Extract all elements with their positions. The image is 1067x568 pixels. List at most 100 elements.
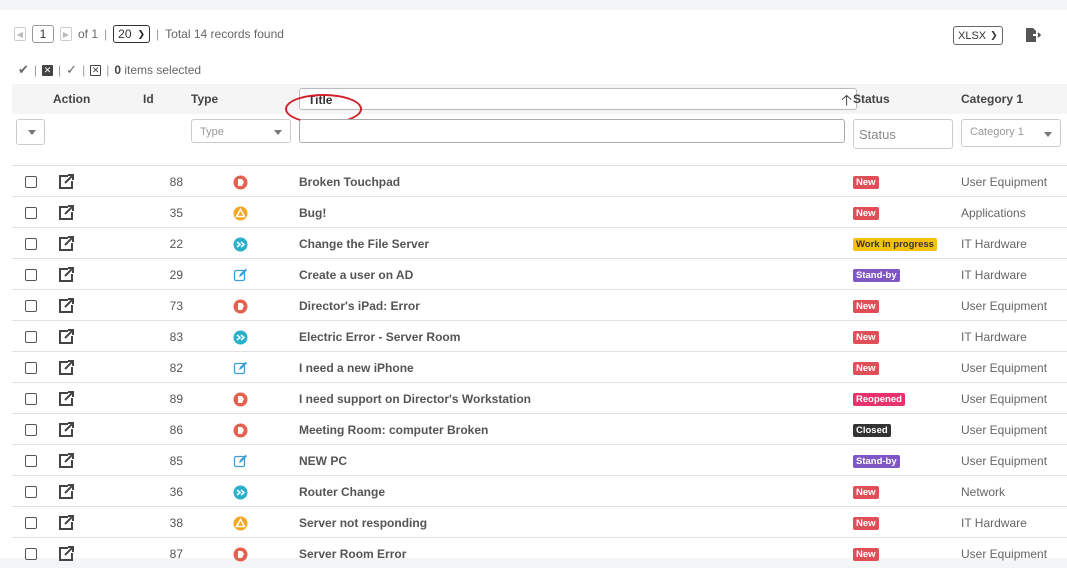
change-icon [233, 330, 248, 345]
clear-selection-icon[interactable]: ✕ [90, 64, 102, 76]
open-edit-icon[interactable] [57, 391, 75, 407]
table-row[interactable]: 88 Broken Touchpad New User Equipment [12, 165, 1067, 196]
row-filter-dropdown[interactable] [16, 119, 45, 145]
row-title[interactable]: Router Change [299, 485, 385, 499]
export-format-select[interactable]: XLSX ❯ [953, 26, 1003, 45]
row-checkbox[interactable] [25, 300, 37, 312]
separator: | [156, 27, 160, 41]
row-checkbox[interactable] [25, 207, 37, 219]
type-filter-placeholder: Type [200, 126, 224, 138]
row-title[interactable]: Meeting Room: computer Broken [299, 423, 488, 437]
row-checkbox[interactable] [25, 393, 37, 405]
incident-icon [233, 299, 248, 314]
row-checkbox[interactable] [25, 486, 37, 498]
row-checkbox[interactable] [25, 238, 37, 250]
open-edit-icon[interactable] [57, 484, 75, 500]
open-edit-icon[interactable] [57, 267, 75, 283]
export-file-icon[interactable] [1024, 27, 1042, 43]
change-icon [233, 237, 248, 252]
column-header-status[interactable]: Status [853, 92, 890, 106]
problem-icon [233, 516, 248, 531]
open-edit-icon[interactable] [57, 453, 75, 469]
row-checkbox[interactable] [25, 176, 37, 188]
row-title[interactable]: Server not responding [299, 516, 427, 530]
row-title[interactable]: I need a new iPhone [299, 361, 414, 375]
open-edit-icon[interactable] [57, 515, 75, 531]
request-edit-icon [233, 268, 247, 282]
open-edit-icon[interactable] [57, 174, 75, 190]
row-title[interactable]: Broken Touchpad [299, 175, 400, 189]
table-row[interactable]: 35 Bug! New Applications [12, 196, 1067, 227]
first-page-icon[interactable]: ◀ [14, 27, 26, 41]
table-row[interactable]: 89 I need support on Director's Workstati… [12, 382, 1067, 413]
status-badge: New [853, 548, 879, 561]
column-header-title[interactable]: Title 🡡 [299, 88, 857, 110]
page-size-select[interactable]: 20 ❯ [113, 25, 151, 43]
table-row[interactable]: 82 I need a new iPhone New User Equipment [12, 351, 1067, 382]
caret-down-icon [28, 130, 36, 135]
row-checkbox[interactable] [25, 269, 37, 281]
status-badge: Reopened [853, 393, 905, 406]
check-all-icon[interactable]: ✔︎ [18, 62, 29, 78]
row-checkbox[interactable] [25, 455, 37, 467]
open-edit-icon[interactable] [57, 422, 75, 438]
title-filter-input[interactable] [299, 119, 845, 143]
row-title[interactable]: NEW PC [299, 454, 347, 468]
row-id: 88 [169, 175, 183, 189]
status-badge: New [853, 176, 879, 189]
row-checkbox[interactable] [25, 517, 37, 529]
table-row[interactable]: 86 Meeting Room: computer Broken Closed Use… [12, 413, 1067, 444]
column-header-category[interactable]: Category 1 [961, 92, 1023, 106]
row-category: User Equipment [961, 299, 1048, 313]
row-title[interactable]: I need support on Director's Workstation [299, 392, 531, 406]
table-row[interactable]: 73 Director's iPad: Error New User Equipmen… [12, 289, 1067, 320]
row-title[interactable]: Electric Error - Server Room [299, 330, 460, 344]
open-edit-icon[interactable] [57, 298, 75, 314]
row-id: 85 [169, 454, 183, 468]
row-id: 38 [169, 516, 183, 530]
next-page-icon[interactable]: ▶ [60, 27, 72, 41]
open-edit-icon[interactable] [57, 329, 75, 345]
status-filter-input[interactable]: Status [853, 119, 953, 149]
sort-ascending-icon[interactable]: 🡡 [841, 90, 852, 115]
row-checkbox[interactable] [25, 424, 37, 436]
status-badge: New [853, 517, 879, 530]
table-row[interactable]: 87 Server Room Error New User Equipment [12, 537, 1067, 568]
column-header-id[interactable]: Id [143, 92, 154, 106]
check-page-icon[interactable]: ✓ [66, 62, 77, 78]
open-edit-icon[interactable] [57, 360, 75, 376]
category-filter-placeholder: Category 1 [970, 126, 1024, 138]
row-id: 36 [169, 485, 183, 499]
status-badge: Closed [853, 424, 891, 437]
row-title[interactable]: Director's iPad: Error [299, 299, 420, 313]
table-body: 88 Broken Touchpad New User Equipment 35 Bug!… [12, 165, 1067, 568]
open-edit-icon[interactable] [57, 236, 75, 252]
row-title[interactable]: Server Room Error [299, 547, 406, 561]
row-checkbox[interactable] [25, 331, 37, 343]
filter-row: Type Status Category 1 [12, 114, 1067, 156]
type-filter[interactable]: Type [191, 119, 291, 143]
table-row[interactable]: 22 Change the File Server Work in progress… [12, 227, 1067, 258]
table-row[interactable]: 85 NEW PC Stand-by User Equipment [12, 444, 1067, 475]
table-row[interactable]: 29 Create a user on AD Stand-by IT Hardware [12, 258, 1067, 289]
row-title[interactable]: Change the File Server [299, 237, 429, 251]
row-title[interactable]: Bug! [299, 206, 326, 220]
row-category: User Equipment [961, 392, 1048, 406]
page-input[interactable]: 1 [32, 25, 54, 43]
row-checkbox[interactable] [25, 362, 37, 374]
uncheck-all-icon[interactable]: ✕ [42, 64, 54, 76]
row-checkbox[interactable] [25, 548, 37, 560]
status-badge: New [853, 300, 879, 313]
row-category: Network [961, 485, 1006, 499]
table-row[interactable]: 38 Server not responding New IT Hardware [12, 506, 1067, 537]
category-filter[interactable]: Category 1 [961, 119, 1061, 147]
open-edit-icon[interactable] [57, 546, 75, 562]
open-edit-icon[interactable] [57, 205, 75, 221]
row-id: 82 [169, 361, 183, 375]
row-title[interactable]: Create a user on AD [299, 268, 413, 282]
table-row[interactable]: 36 Router Change New Network [12, 475, 1067, 506]
column-header-type[interactable]: Type [191, 92, 218, 106]
row-id: 87 [169, 547, 183, 561]
row-id: 73 [169, 299, 183, 313]
table-row[interactable]: 83 Electric Error - Server Room New IT Hard… [12, 320, 1067, 351]
